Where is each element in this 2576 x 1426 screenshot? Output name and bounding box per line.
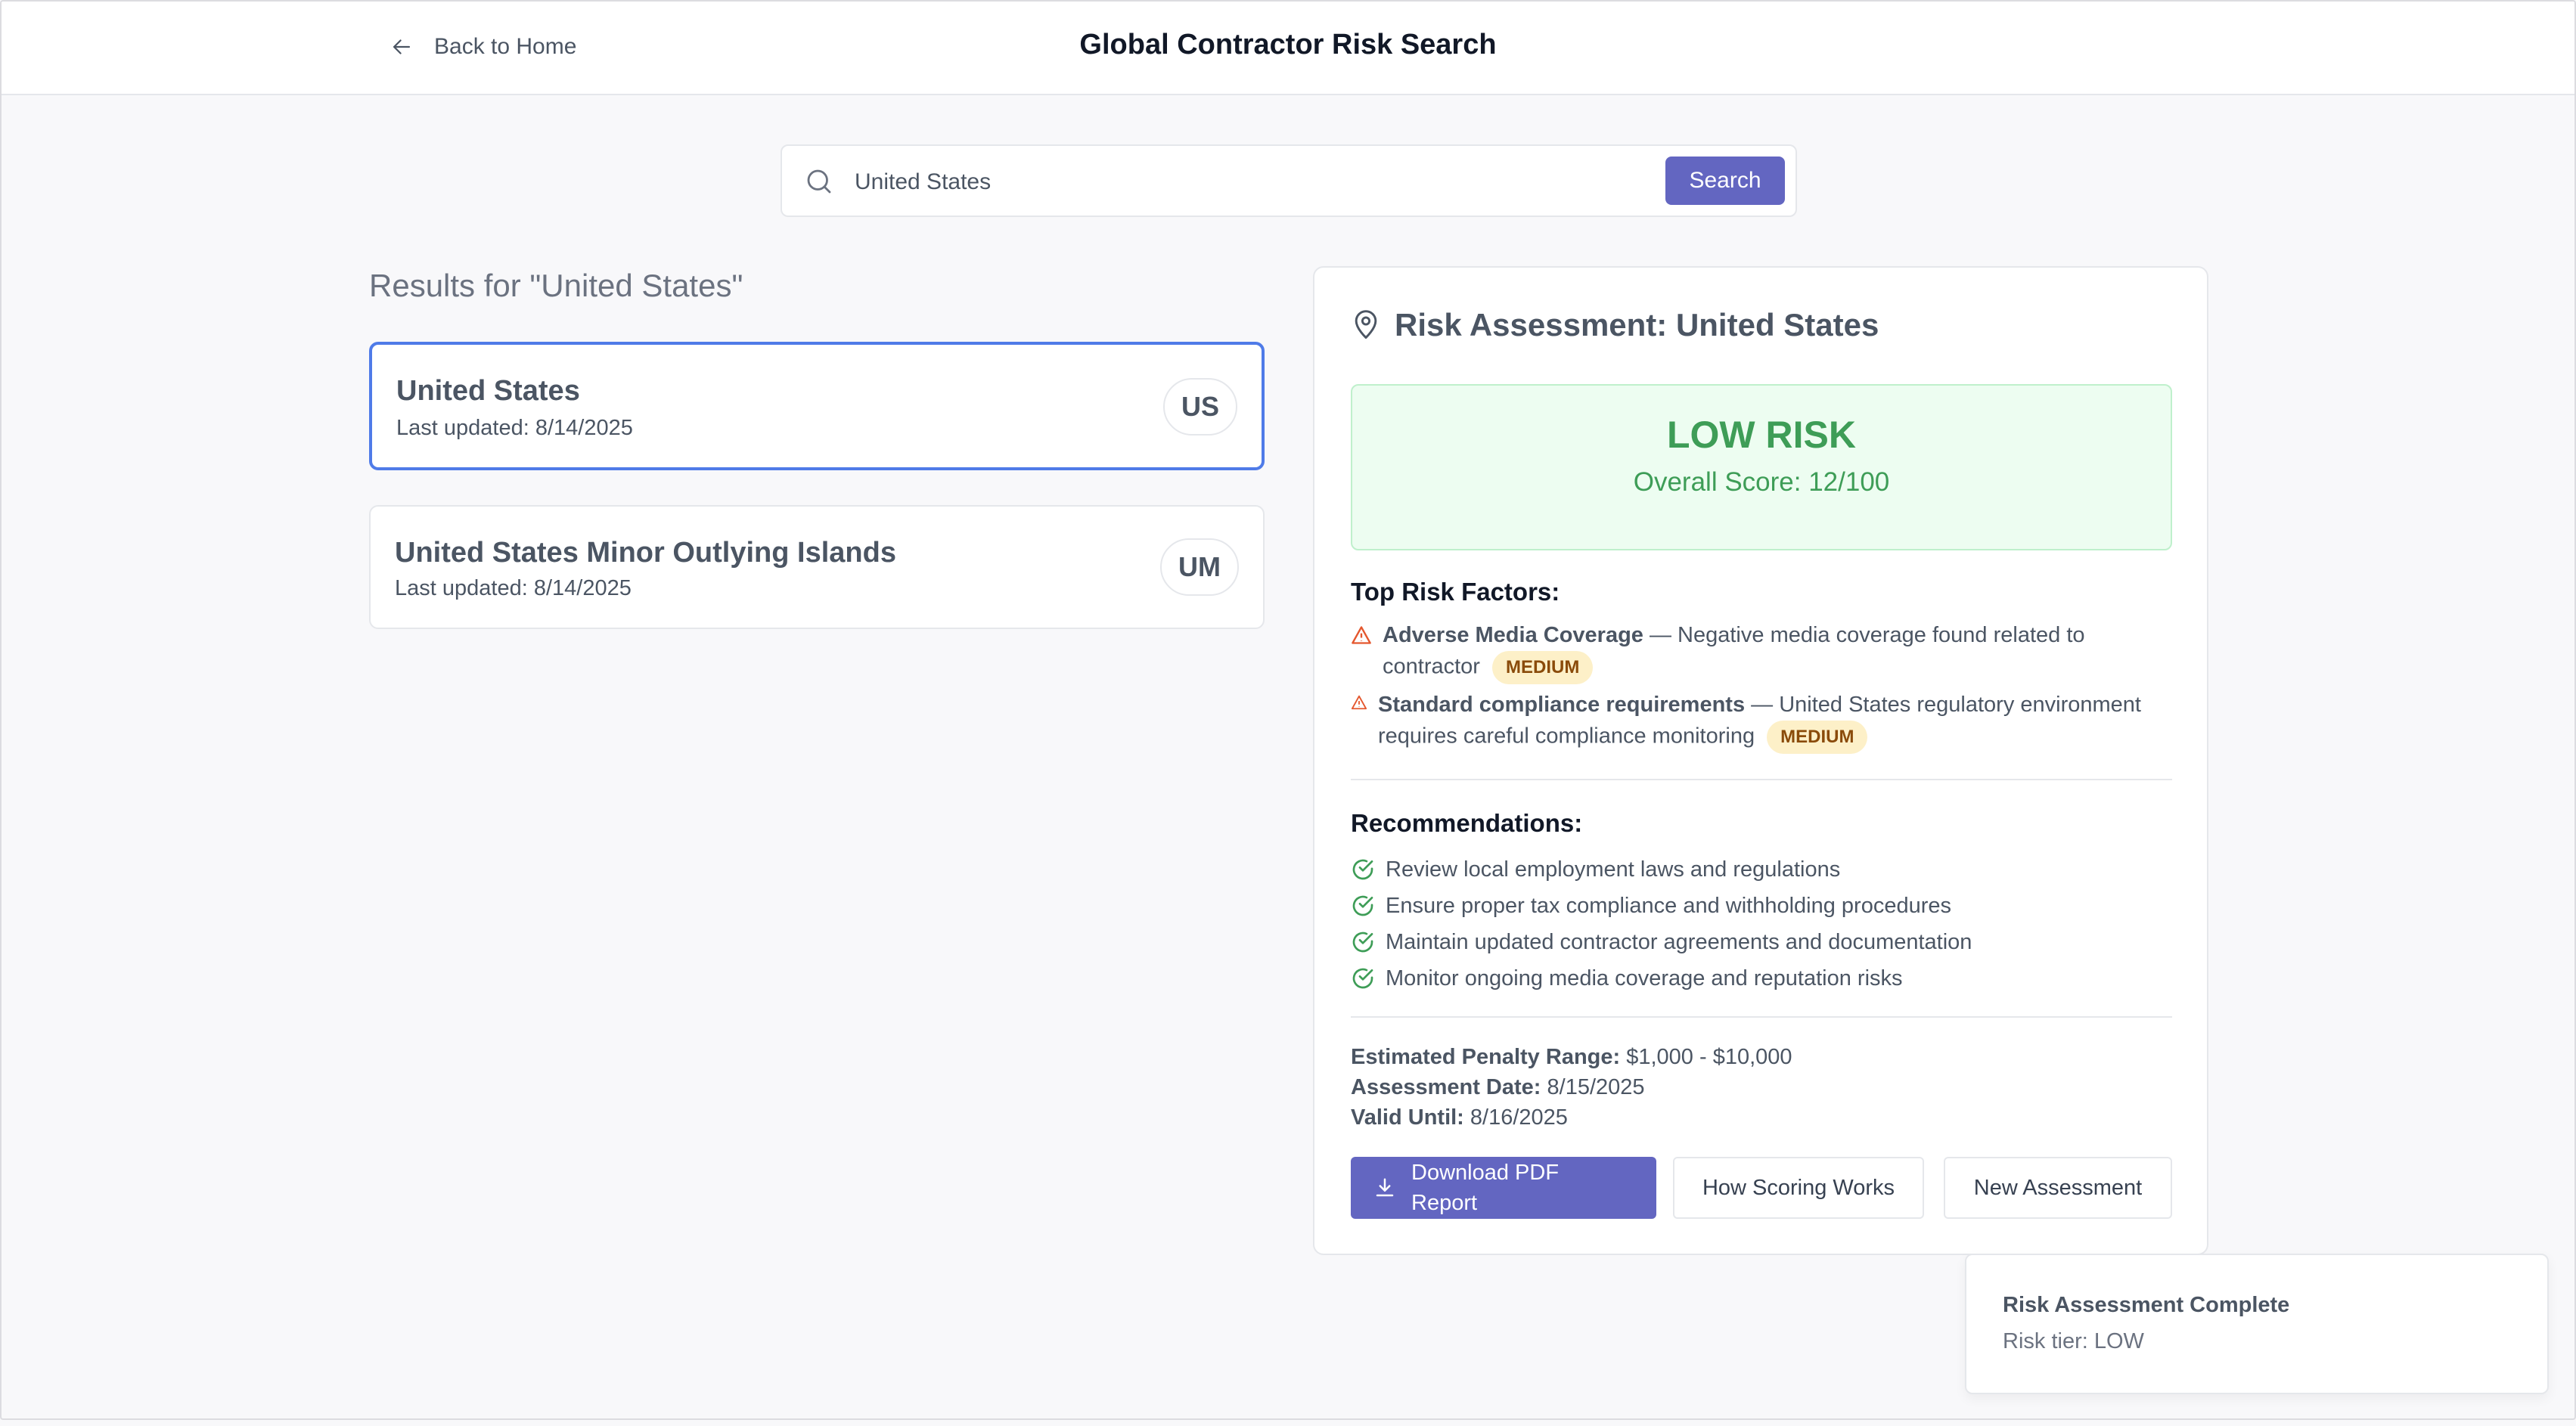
penalty-value: $1,000 - $10,000	[1626, 1045, 1792, 1069]
result-name: United States	[396, 375, 580, 407]
check-circle-icon	[1352, 895, 1373, 916]
risk-factor-text: Standard compliance requirements — Unite…	[1378, 690, 2172, 754]
result-name: United States Minor Outlying Islands	[395, 537, 896, 569]
assessment-date: Assessment Date: 8/15/2025	[1351, 1072, 1792, 1102]
warning-icon	[1352, 626, 1371, 644]
recommendations-list: Review local employment laws and regulat…	[1351, 851, 2172, 997]
check-circle-icon	[1352, 968, 1373, 989]
check-circle-icon	[1352, 859, 1373, 880]
severity-badge: MEDIUM	[1492, 651, 1594, 684]
risk-factor-text: Adverse Media Coverage — Negative media …	[1383, 620, 2172, 684]
result-updated: Last updated: 8/14/2025	[396, 416, 633, 440]
date-value: 8/15/2025	[1547, 1075, 1645, 1099]
valid-value: 8/16/2025	[1470, 1105, 1568, 1130]
result-updated: Last updated: 8/14/2025	[395, 576, 632, 600]
assessment-meta: Estimated Penalty Range: $1,000 - $10,00…	[1351, 1042, 1792, 1133]
toast-notification: Risk Assessment Complete Risk tier: LOW	[1965, 1254, 2549, 1394]
search-icon	[807, 169, 831, 194]
risk-factor-item: Standard compliance requirements — Unite…	[1351, 690, 2172, 754]
risk-assessment-panel: Risk Assessment: United States LOW RISK …	[1313, 266, 2208, 1255]
valid-until: Valid Until: 8/16/2025	[1351, 1102, 1792, 1133]
toast-title: Risk Assessment Complete	[2003, 1293, 2290, 1317]
risk-factor-name: Standard compliance requirements	[1378, 693, 1746, 717]
country-code-badge: UM	[1160, 538, 1239, 596]
page-title: Global Contractor Risk Search	[1079, 29, 1497, 60]
risk-factors-title: Top Risk Factors:	[1351, 578, 1560, 606]
search-input[interactable]	[855, 161, 1671, 203]
search-button[interactable]: Search	[1665, 157, 1785, 205]
recommendation-text: Monitor ongoing media coverage and reput…	[1386, 966, 1903, 990]
results-title: Results for "United States"	[369, 268, 743, 303]
risk-factor-name: Adverse Media Coverage	[1383, 623, 1643, 647]
recommendations-title: Recommendations:	[1351, 809, 1583, 837]
how-scoring-works-button[interactable]: How Scoring Works	[1673, 1157, 1924, 1219]
section-divider	[1351, 1016, 2172, 1018]
valid-label: Valid Until:	[1351, 1105, 1464, 1130]
panel-title-text: Risk Assessment: United States	[1395, 307, 1879, 343]
recommendation-item: Review local employment laws and regulat…	[1351, 851, 2172, 888]
date-label: Assessment Date:	[1351, 1075, 1541, 1099]
download-pdf-button[interactable]: Download PDF Report	[1351, 1157, 1656, 1219]
toast-message: Risk tier: LOW	[2003, 1329, 2144, 1353]
warning-icon	[1351, 695, 1367, 710]
download-icon	[1376, 1178, 1394, 1197]
map-pin-icon	[1355, 310, 1377, 339]
recommendation-text: Review local employment laws and regulat…	[1386, 857, 1841, 882]
recommendation-item: Monitor ongoing media coverage and reput…	[1351, 960, 2172, 997]
severity-badge: MEDIUM	[1767, 721, 1868, 754]
panel-title: Risk Assessment: United States	[1349, 307, 1879, 343]
recommendation-item: Ensure proper tax compliance and withhol…	[1351, 888, 2172, 924]
result-card-united-states[interactable]: United States Last updated: 8/14/2025 US	[369, 342, 1265, 470]
section-divider	[1351, 779, 2172, 780]
download-label: Download PDF Report	[1411, 1161, 1560, 1215]
recommendation-item: Maintain updated contractor agreements a…	[1351, 924, 2172, 960]
check-circle-icon	[1352, 932, 1373, 953]
penalty-label: Estimated Penalty Range:	[1351, 1045, 1621, 1069]
country-code-badge: US	[1162, 378, 1237, 436]
risk-summary-box: LOW RISK Overall Score: 12/100	[1351, 384, 2172, 550]
top-header: Back to Home Global Contractor Risk Sear…	[2, 2, 2574, 95]
penalty-range: Estimated Penalty Range: $1,000 - $10,00…	[1351, 1042, 1792, 1072]
recommendation-text: Ensure proper tax compliance and withhol…	[1386, 893, 1951, 918]
recommendation-text: Maintain updated contractor agreements a…	[1386, 929, 1972, 954]
app-frame: Back to Home Global Contractor Risk Sear…	[0, 0, 2576, 1420]
new-assessment-button[interactable]: New Assessment	[1944, 1157, 2172, 1219]
result-card-us-minor-outlying-islands[interactable]: United States Minor Outlying Islands Las…	[369, 505, 1265, 629]
risk-level: LOW RISK	[1667, 414, 1856, 456]
risk-factor-item: Adverse Media Coverage — Negative media …	[1351, 620, 2172, 684]
search-bar: Search	[781, 144, 1797, 217]
overall-score: Overall Score: 12/100	[1633, 467, 1890, 497]
